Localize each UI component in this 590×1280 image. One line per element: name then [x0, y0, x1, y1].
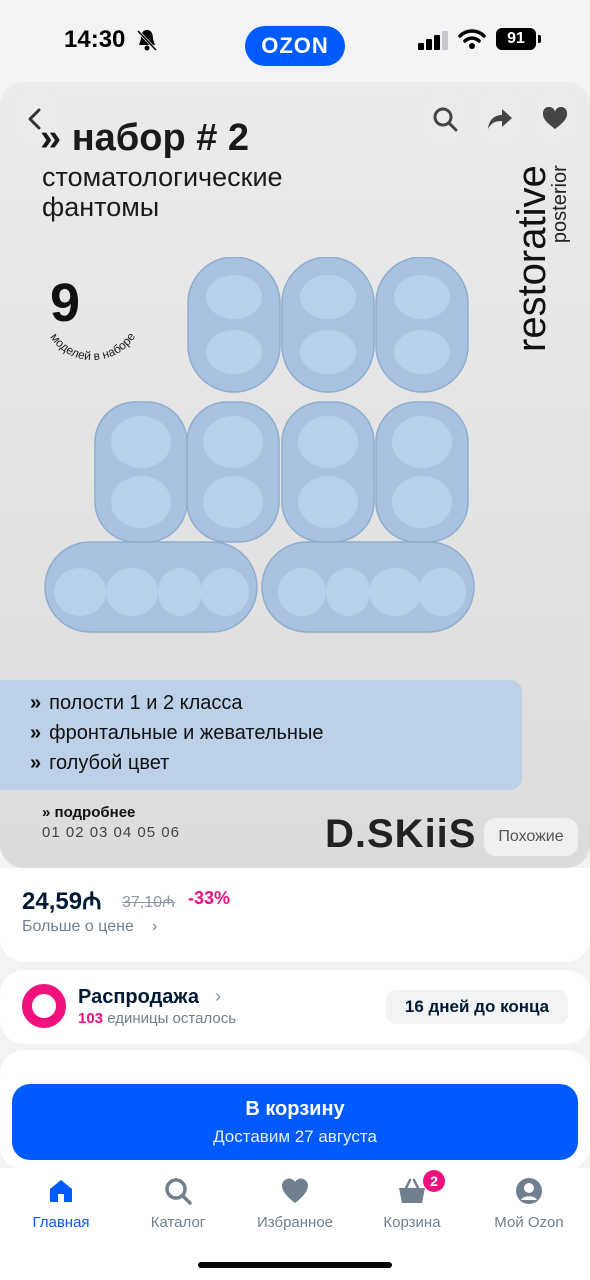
current-price-value: 24,59: [22, 888, 83, 915]
tab-label: Корзина: [383, 1214, 441, 1231]
image-subtitle: стоматологические фантомы: [42, 162, 283, 222]
share-button[interactable]: [475, 94, 525, 144]
wifi-icon: [458, 29, 486, 49]
user-icon: [516, 1178, 542, 1204]
favorite-button[interactable]: [530, 94, 580, 144]
heart-icon: [542, 107, 568, 129]
old-price-currency: ₼: [162, 894, 176, 911]
image-subtitle-line1: стоматологические: [42, 162, 283, 192]
feature-item: полости 1 и 2 класса: [49, 692, 522, 715]
sale-card[interactable]: Распродажа › 103 единицы осталось 16 дне…: [0, 970, 590, 1044]
image-numbers: 01 02 03 04 05 06: [42, 824, 180, 841]
sale-title: Распродажа: [78, 986, 199, 1008]
signal-icon: [418, 31, 448, 50]
tab-catalog[interactable]: Каталог: [119, 1176, 237, 1232]
delivery-date: Доставим 27 августа: [213, 1127, 377, 1146]
image-subtitle-line2: фантомы: [42, 192, 160, 222]
vertical-title: restorative posterior: [510, 165, 572, 352]
feature-list: полости 1 и 2 класса фронтальные и жеват…: [0, 680, 522, 790]
chevron-right-icon: ›: [215, 986, 221, 1006]
image-more-label: подробнее: [42, 804, 136, 821]
feature-item: голубой цвет: [49, 752, 522, 775]
sale-ring-icon: [22, 984, 66, 1028]
search-button[interactable]: [420, 94, 470, 144]
feature-item: фронтальные и жевательные: [49, 722, 522, 745]
tab-label: Каталог: [150, 1214, 206, 1231]
tab-my-ozon[interactable]: Мой Ozon: [470, 1176, 588, 1232]
product-image-gallery[interactable]: » набор # 2 стоматологические фантомы мо…: [0, 82, 590, 868]
search-icon: [165, 1178, 192, 1205]
status-time: 14:30: [64, 26, 126, 53]
cart-count-badge: 2: [423, 1170, 445, 1192]
tab-label: Мой Ozon: [494, 1214, 564, 1231]
share-icon: [488, 109, 512, 129]
home-indicator: [198, 1262, 392, 1268]
sale-remaining-text: единицы осталось: [107, 1010, 237, 1027]
ozon-logo[interactable]: OZON: [245, 26, 345, 66]
add-to-cart-label: В корзину: [245, 1098, 345, 1120]
add-to-cart-button[interactable]: В корзину Доставим 27 августа: [12, 1084, 578, 1160]
battery-icon: 91: [496, 28, 541, 50]
heart-icon: [282, 1178, 308, 1203]
similar-button[interactable]: Похожие: [484, 818, 578, 856]
sale-remaining: 103 единицы осталось: [78, 1010, 236, 1027]
chevron-right-icon: ›: [152, 918, 158, 935]
discount-badge: -33%: [188, 888, 231, 908]
image-headline: » набор # 2: [40, 117, 250, 159]
dental-models-image: [44, 257, 475, 633]
dskills-logo: D.SKiiS: [325, 812, 477, 856]
bell-muted-icon: [136, 29, 158, 52]
home-icon: [50, 1180, 72, 1202]
currency-symbol: ₼: [82, 888, 102, 915]
status-bar: 14:30 OZON 91: [0, 0, 590, 82]
vertical-title-text: restorative: [510, 165, 554, 352]
old-price-value: 37,10: [122, 894, 163, 911]
current-price: 24,59₼: [22, 884, 102, 917]
more-about-price-link[interactable]: Больше о цене: [22, 918, 134, 936]
sale-deadline-badge: 16 дней до конца: [386, 990, 568, 1024]
tab-label: Главная: [32, 1214, 90, 1231]
tab-favorites[interactable]: Избранное: [236, 1176, 354, 1232]
tab-label: Избранное: [256, 1214, 334, 1231]
tab-home[interactable]: Главная: [2, 1176, 120, 1232]
sale-count: 103: [78, 1010, 104, 1027]
price-card: 24,59₼ 37,10₼ -33% Больше о цене ›: [0, 868, 590, 962]
tab-cart[interactable]: 2 Корзина: [353, 1170, 471, 1232]
search-icon: [433, 107, 458, 132]
old-price: 37,10₼: [122, 890, 175, 912]
